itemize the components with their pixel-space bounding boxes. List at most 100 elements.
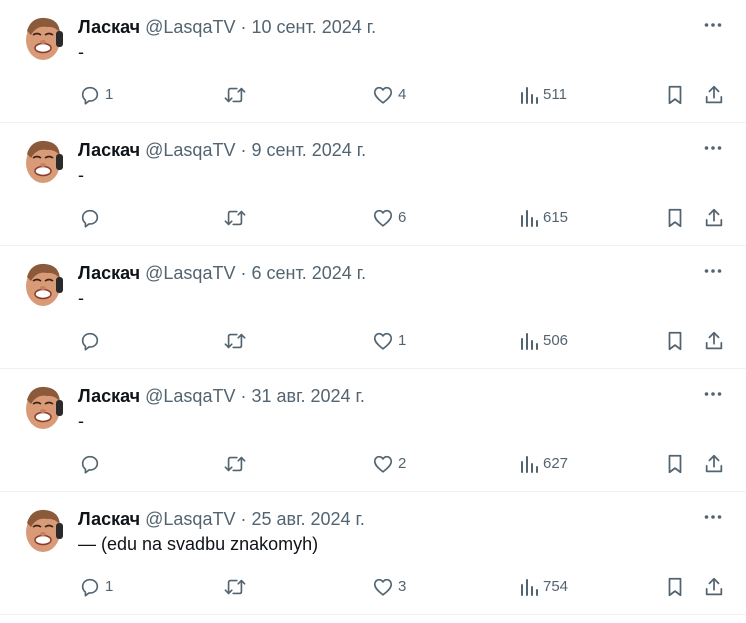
tweet-date[interactable]: 25 авг. 2024 г. (252, 509, 365, 529)
reply-bubble-icon (79, 330, 101, 352)
like-button[interactable]: 4 (372, 82, 406, 108)
bookmark-button[interactable] (665, 82, 685, 108)
reply-button[interactable]: 1 (79, 574, 113, 600)
separator-dot: · (240, 509, 247, 529)
tweet[interactable]: Ласкач @LasqaTV · 25 авг. 2024 г. — (edu… (0, 492, 746, 615)
share-button[interactable] (703, 82, 725, 108)
heart-icon (372, 576, 394, 598)
tweet-actions: 1 506 (0, 328, 746, 354)
author-handle[interactable]: @LasqaTV (145, 140, 235, 160)
views-count: 511 (543, 86, 567, 103)
more-button[interactable] (702, 260, 724, 282)
share-button[interactable] (703, 574, 725, 600)
avatar-face-icon (19, 259, 67, 307)
avatar-face-icon (19, 13, 67, 61)
author-handle[interactable]: @LasqaTV (145, 263, 235, 283)
views-button[interactable]: 506 (519, 328, 568, 354)
reply-button[interactable] (79, 451, 105, 477)
retweet-button[interactable] (223, 205, 251, 231)
tweet[interactable]: Ласкач @LasqaTV · 6 сент. 2024 г. - 1 50… (0, 246, 746, 369)
like-button[interactable]: 2 (372, 451, 406, 477)
author-handle[interactable]: @LasqaTV (145, 17, 235, 37)
bookmark-button[interactable] (665, 451, 685, 477)
views-button[interactable]: 754 (519, 574, 568, 600)
tweet[interactable]: Ласкач @LasqaTV · 10 сент. 2024 г. - 1 4… (0, 0, 746, 123)
more-button[interactable] (702, 14, 724, 36)
views-button[interactable]: 511 (519, 82, 567, 108)
separator-dot: · (240, 140, 247, 160)
avatar[interactable] (19, 136, 67, 184)
heart-icon (372, 453, 394, 475)
bookmark-icon (665, 84, 685, 106)
tweet-text: - (78, 288, 84, 308)
bar-chart-icon (519, 207, 539, 229)
bookmark-button[interactable] (665, 205, 685, 231)
reply-bubble-icon (79, 576, 101, 598)
tweet-date[interactable]: 6 сент. 2024 г. (252, 263, 367, 283)
separator-dot: · (240, 263, 247, 283)
avatar[interactable] (19, 505, 67, 553)
separator-dot: · (240, 17, 247, 37)
heart-icon (372, 207, 394, 229)
more-horizontal-icon (703, 261, 723, 281)
tweet[interactable]: Ласкач @LasqaTV · 31 авг. 2024 г. - 2 62… (0, 369, 746, 492)
avatar[interactable] (19, 259, 67, 307)
avatar[interactable] (19, 382, 67, 430)
tweet-actions: 1 4 511 (0, 82, 746, 108)
author-handle[interactable]: @LasqaTV (145, 386, 235, 406)
avatar[interactable] (19, 13, 67, 61)
bookmark-button[interactable] (665, 574, 685, 600)
retweet-arrows-icon (223, 453, 247, 475)
author-name[interactable]: Ласкач (78, 386, 140, 406)
tweet-date[interactable]: 31 авг. 2024 г. (252, 386, 365, 406)
reply-button[interactable] (79, 328, 105, 354)
more-horizontal-icon (703, 138, 723, 158)
share-button[interactable] (703, 205, 725, 231)
retweet-arrows-icon (223, 330, 247, 352)
like-button[interactable]: 6 (372, 205, 406, 231)
retweet-button[interactable] (223, 574, 251, 600)
reply-count: 1 (105, 86, 114, 103)
reply-button[interactable] (79, 205, 105, 231)
bookmark-icon (665, 576, 685, 598)
retweet-arrows-icon (223, 84, 247, 106)
more-button[interactable] (702, 137, 724, 159)
heart-icon (372, 84, 394, 106)
tweet-header: Ласкач @LasqaTV · 25 авг. 2024 г. (78, 508, 365, 530)
bookmark-button[interactable] (665, 328, 685, 354)
more-button[interactable] (702, 383, 724, 405)
retweet-button[interactable] (223, 451, 251, 477)
share-button[interactable] (703, 328, 725, 354)
tweet-date[interactable]: 9 сент. 2024 г. (252, 140, 367, 160)
tweet-header: Ласкач @LasqaTV · 9 сент. 2024 г. (78, 139, 366, 161)
like-button[interactable]: 3 (372, 574, 406, 600)
retweet-button[interactable] (223, 328, 251, 354)
views-count: 754 (543, 578, 569, 595)
tweet-date[interactable]: 10 сент. 2024 г. (252, 17, 377, 37)
reply-button[interactable]: 1 (79, 82, 113, 108)
like-count: 1 (398, 332, 407, 349)
author-name[interactable]: Ласкач (78, 17, 140, 37)
views-count: 615 (543, 209, 569, 226)
heart-icon (372, 330, 394, 352)
bookmark-icon (665, 330, 685, 352)
author-name[interactable]: Ласкач (78, 140, 140, 160)
share-button[interactable] (703, 451, 725, 477)
like-count: 3 (398, 578, 407, 595)
tweet-feed: Ласкач @LasqaTV · 10 сент. 2024 г. - 1 4… (0, 0, 746, 615)
separator-dot: · (240, 386, 247, 406)
avatar-face-icon (19, 136, 67, 184)
author-name[interactable]: Ласкач (78, 263, 140, 283)
like-button[interactable]: 1 (372, 328, 406, 354)
author-name[interactable]: Ласкач (78, 509, 140, 529)
views-button[interactable]: 615 (519, 205, 568, 231)
tweet-actions: 1 3 754 (0, 574, 746, 600)
tweet[interactable]: Ласкач @LasqaTV · 9 сент. 2024 г. - 6 61… (0, 123, 746, 246)
tweet-text: - (78, 411, 84, 431)
retweet-button[interactable] (223, 82, 251, 108)
more-button[interactable] (702, 506, 724, 528)
views-button[interactable]: 627 (519, 451, 568, 477)
tweet-actions: 2 627 (0, 451, 746, 477)
bookmark-icon (665, 453, 685, 475)
author-handle[interactable]: @LasqaTV (145, 509, 235, 529)
